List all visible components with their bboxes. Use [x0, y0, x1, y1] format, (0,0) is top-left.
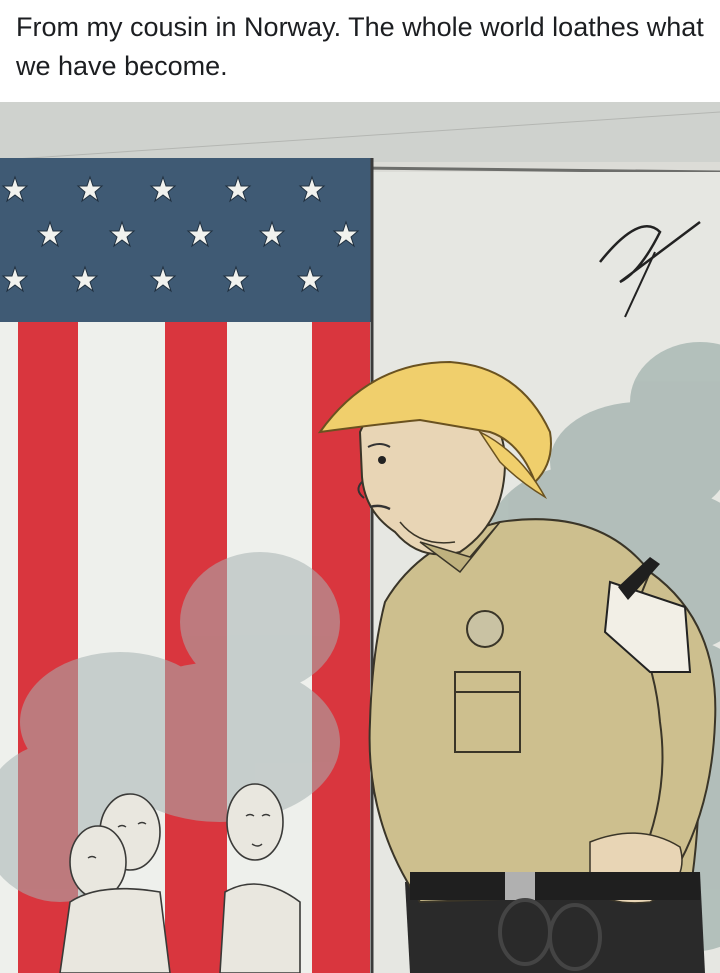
post-caption: From my cousin in Norway. The whole worl…	[0, 0, 720, 102]
caption-text: From my cousin in Norway. The whole worl…	[16, 12, 704, 81]
editorial-cartoon-image	[0, 102, 720, 973]
social-post: From my cousin in Norway. The whole worl…	[0, 0, 720, 973]
cartoon-drawing	[0, 102, 720, 973]
